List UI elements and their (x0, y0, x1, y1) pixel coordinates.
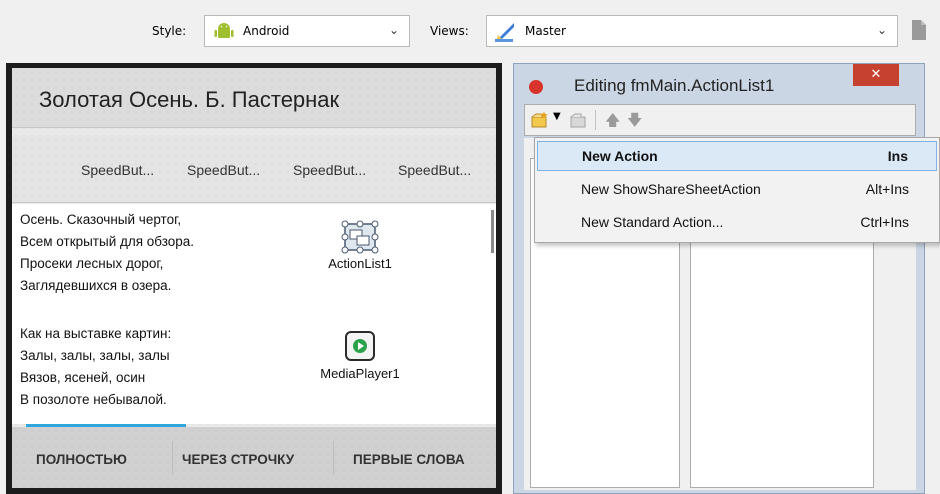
document-icon[interactable] (910, 18, 928, 42)
style-label: Style: (152, 24, 187, 38)
pencil-ruler-icon (495, 23, 514, 42)
move-down-icon[interactable]: 🡇 (627, 110, 642, 135)
form-designer: Золотая Осень. Б. Пастернак SpeedBut... … (6, 63, 502, 494)
menu-item-shortcut: Alt+Ins (865, 181, 909, 197)
views-label: Views: (430, 24, 469, 38)
tab-every-line[interactable]: ЧЕРЕЗ СТРОЧКУ (182, 452, 294, 467)
tab-divider (333, 441, 334, 475)
chevron-down-icon: ⌄ (388, 23, 399, 37)
poem-line: Вязов, ясеней, осин (20, 370, 146, 385)
menu-item-shortcut: Ctrl+Ins (860, 214, 909, 230)
delphi-icon (529, 80, 543, 94)
toolbar-separator (595, 110, 596, 130)
poem-line: Осень. Сказочный чертог, (20, 212, 182, 227)
tab-first-words[interactable]: ПЕРВЫЕ СЛОВА (353, 452, 465, 467)
speed-button-4[interactable]: SpeedBut... (398, 162, 471, 178)
speed-button-1[interactable]: SpeedBut... (81, 162, 154, 178)
speed-button-bar: SpeedBut... SpeedBut... SpeedBut... Spee… (12, 136, 496, 203)
tab-divider (172, 441, 173, 475)
actionlist-label: ActionList1 (328, 256, 392, 271)
android-form[interactable]: Золотая Осень. Б. Пастернак SpeedBut... … (12, 68, 496, 488)
speed-button-3[interactable]: SpeedBut... (293, 162, 366, 178)
form-title: Золотая Осень. Б. Пастернак (39, 87, 340, 112)
new-action-menu: New Action Ins New ShowShareSheetAction … (534, 137, 940, 243)
media-player-icon (345, 331, 375, 361)
poem-memo[interactable]: Осень. Сказочный чертог, Всем открытый д… (12, 204, 496, 424)
chevron-down-icon: ⌄ (876, 23, 887, 37)
menu-item-label: New ShowShareSheetAction (581, 181, 761, 197)
editor-title: Editing fmMain.ActionList1 (574, 76, 775, 95)
delete-icon[interactable] (569, 110, 589, 130)
menu-item-label: New Action (582, 148, 658, 164)
menu-item-new-standard-action[interactable]: New Standard Action... Ctrl+Ins (537, 208, 937, 238)
views-value: Master (525, 24, 566, 38)
actionlist-component[interactable]: ActionList1 (312, 218, 408, 271)
style-value: Android (243, 24, 290, 38)
poem-line: Залы, залы, залы, залы (20, 348, 170, 363)
poem-scrollbar[interactable] (491, 210, 494, 253)
poem-line: В позолоте небывалой. (20, 392, 167, 407)
editor-toolbar: ▼ 🡅 🡇 (524, 104, 916, 136)
android-icon (214, 23, 234, 38)
actionlist-editor-window: Editing fmMain.ActionList1 ✕ ▼ 🡅 🡇 (513, 63, 925, 494)
tab-full[interactable]: ПОЛНОСТЬЮ (36, 452, 127, 467)
mediaplayer-component[interactable]: MediaPlayer1 (310, 330, 410, 381)
views-select[interactable]: Master ⌄ (486, 15, 898, 47)
form-header: Золотая Осень. Б. Пастернак (12, 68, 496, 128)
action-list-icon (341, 220, 379, 254)
close-button[interactable]: ✕ (853, 64, 899, 86)
ide-toolbar: Style: Android ⌄ Views: Master ⌄ (0, 0, 940, 62)
new-action-icon[interactable] (530, 110, 550, 130)
menu-item-label: New Standard Action... (581, 214, 724, 230)
poem-line: Как на выставке картин: (20, 326, 172, 341)
menu-item-new-showsharesheet-action[interactable]: New ShowShareSheetAction Alt+Ins (537, 175, 937, 205)
dropdown-arrow-icon[interactable]: ▼ (553, 111, 561, 122)
mediaplayer-label: MediaPlayer1 (320, 366, 400, 381)
tab-bar: ПОЛНОСТЬЮ ЧЕРЕЗ СТРОЧКУ ПЕРВЫЕ СЛОВА (12, 427, 496, 488)
poem-line: Просеки лесных дорог, (20, 256, 164, 271)
move-up-icon[interactable]: 🡅 (605, 110, 620, 135)
poem-line: Заглядевшихся в озера. (20, 278, 172, 293)
menu-item-shortcut: Ins (887, 148, 908, 164)
style-select[interactable]: Android ⌄ (204, 15, 410, 47)
menu-item-new-action[interactable]: New Action Ins (537, 141, 937, 171)
speed-button-2[interactable]: SpeedBut... (187, 162, 260, 178)
poem-line: Всем открытый для обзора. (20, 234, 195, 249)
